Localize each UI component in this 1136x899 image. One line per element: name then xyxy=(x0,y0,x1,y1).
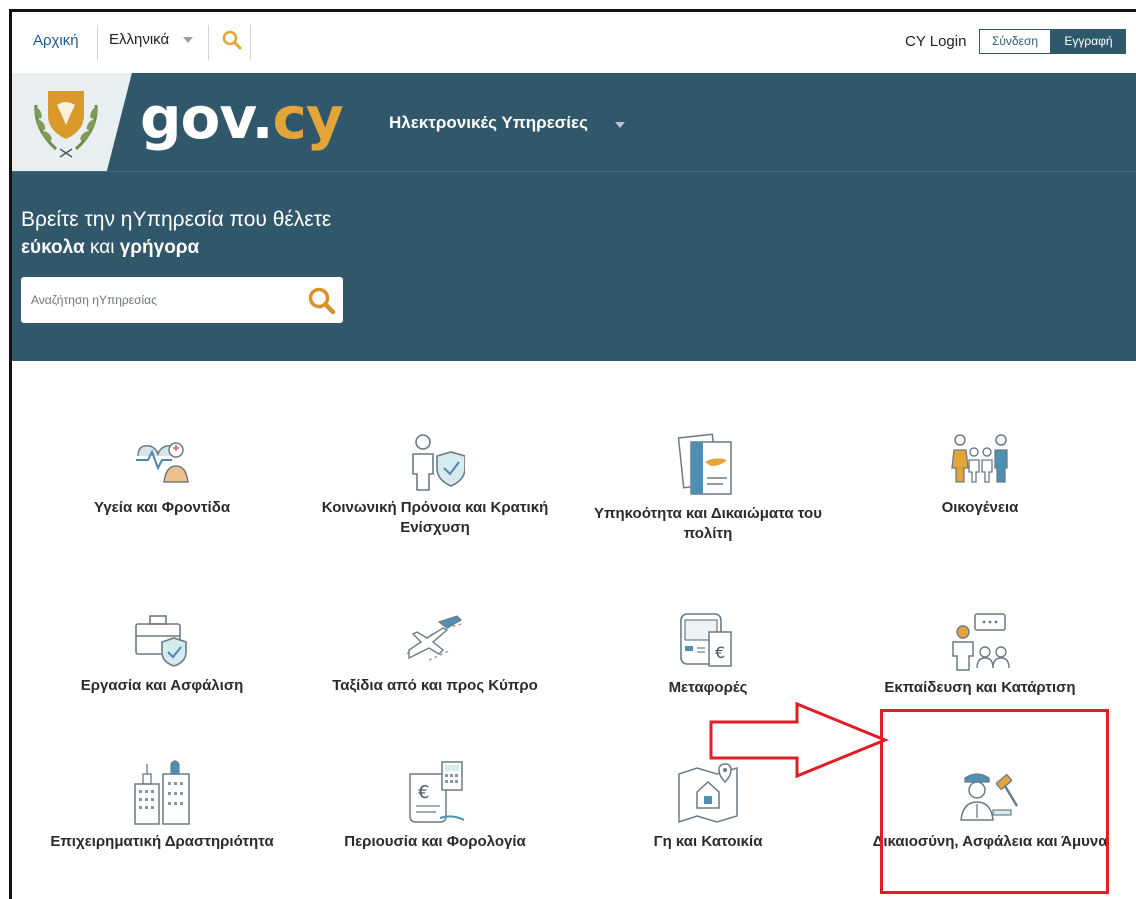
category-label: Εκπαίδευση και Κατάρτιση xyxy=(884,679,1076,696)
employment-insurance-icon xyxy=(135,615,187,667)
category-label: Μεταφορές xyxy=(668,679,748,696)
signin-button[interactable]: Σύνδεση xyxy=(979,29,1051,54)
travel-icon xyxy=(406,615,464,661)
hero-title: Βρείτε την ηΥπηρεσία που θέλετε xyxy=(21,208,332,231)
browser-frame: Αρχική Ελληνικά CY Login Σύνδεση Εγγραφή xyxy=(9,9,1136,899)
chevron-down-icon[interactable] xyxy=(183,37,193,43)
category-label: Γη και Κατοικία xyxy=(653,833,763,850)
register-button[interactable]: Εγγραφή xyxy=(1051,29,1126,54)
category-transport[interactable]: € Μεταφορές xyxy=(578,610,838,698)
search-input[interactable] xyxy=(31,277,301,323)
chevron-down-icon[interactable] xyxy=(615,122,625,128)
category-label: Κοινωνική Πρόνοια και Κρατική Ενίσχυση xyxy=(321,499,549,536)
cy-login-label: CY Login xyxy=(905,33,967,50)
svg-text:€: € xyxy=(418,782,429,803)
hero-emphasis-fast: γρήγορα xyxy=(119,237,200,258)
category-label: Εργασία και Ασφάλιση xyxy=(80,677,244,694)
transport-icon: € xyxy=(680,613,732,667)
top-utility-bar: Αρχική Ελληνικά CY Login Σύνδεση Εγγραφή xyxy=(12,12,1136,73)
category-social-welfare[interactable]: Κοινωνική Πρόνοια και Κρατική Ενίσχυση xyxy=(305,432,565,538)
category-education[interactable]: Εκπαίδευση και Κατάρτιση xyxy=(850,610,1110,698)
svg-text:€: € xyxy=(715,643,725,662)
category-property-tax[interactable]: € Περιουσία και Φορολογία xyxy=(305,760,565,852)
search-icon[interactable] xyxy=(220,28,244,52)
divider xyxy=(208,25,209,60)
property-tax-icon: € xyxy=(409,761,465,823)
divider xyxy=(250,25,251,60)
category-business[interactable]: Επιχειρηματική Δραστηριότητα xyxy=(32,760,292,852)
business-icon xyxy=(134,760,190,825)
eservices-menu[interactable]: Ηλεκτρονικές Υπηρεσίες xyxy=(389,113,588,133)
hero-conjunction: και xyxy=(84,237,120,258)
site-header: gov.cy Ηλεκτρονικές Υπηρεσίες xyxy=(12,73,1136,171)
brand-gov: gov. xyxy=(140,84,273,152)
category-label: Περιουσία και Φορολογία xyxy=(344,833,526,850)
social-welfare-icon xyxy=(412,434,465,491)
category-label: Υπηκοότητα και Δικαιώματα του πολίτη xyxy=(594,505,822,542)
category-label: Ταξίδια από και προς Κύπρο xyxy=(332,677,538,694)
gov-cy-logo[interactable]: gov.cy xyxy=(140,77,344,159)
education-icon xyxy=(952,613,1010,671)
hero-subtitle: εύκολα και γρήγορα xyxy=(21,237,199,259)
category-citizenship[interactable]: Υπηκοότητα και Δικαιώματα του πολίτη xyxy=(578,432,838,544)
citizenship-icon xyxy=(677,433,732,495)
category-employment[interactable]: Εργασία και Ασφάλιση xyxy=(32,610,292,696)
category-health[interactable]: Υγεία και Φροντίδα xyxy=(32,432,292,518)
cyprus-coat-of-arms-icon xyxy=(34,91,98,158)
language-select[interactable]: Ελληνικά xyxy=(109,31,169,48)
category-label: Επιχειρηματική Δραστηριότητα xyxy=(50,833,274,850)
highlight-box xyxy=(880,709,1109,894)
family-icon xyxy=(951,434,1008,483)
category-travel[interactable]: Ταξίδια από και προς Κύπρο xyxy=(305,610,565,696)
service-search-box xyxy=(21,277,343,323)
health-care-icon xyxy=(136,442,189,483)
divider xyxy=(97,25,98,60)
hero-emphasis-easy: εύκολα xyxy=(21,237,85,258)
category-label: Υγεία και Φροντίδα xyxy=(93,499,231,516)
search-icon[interactable] xyxy=(306,285,338,317)
category-label: Οικογένεια xyxy=(941,499,1019,516)
category-family[interactable]: Οικογένεια xyxy=(850,432,1110,518)
arrow-right-icon xyxy=(709,701,889,779)
brand-cy: cy xyxy=(272,84,343,152)
hero-section: Βρείτε την ηΥπηρεσία που θέλετε εύκολα κ… xyxy=(12,171,1136,361)
home-link[interactable]: Αρχική xyxy=(33,32,79,49)
